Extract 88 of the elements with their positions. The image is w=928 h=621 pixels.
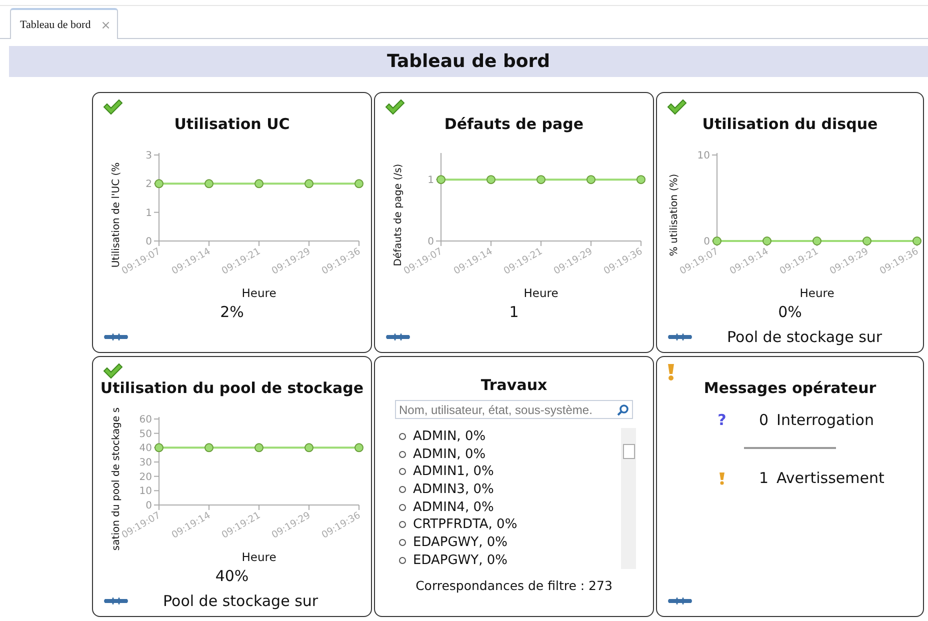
data-point (486, 175, 496, 184)
x-axis-label: Heure (524, 286, 558, 300)
y-axis-label: Utilisation de l'UC (% (111, 162, 122, 268)
y-tick-label: 50 (139, 428, 152, 440)
page-title: Tableau de bord (387, 51, 550, 72)
data-point (154, 443, 164, 452)
data-point (712, 236, 722, 246)
y-axis-label: sation du pool de stockage s (111, 407, 122, 551)
x-axis-label: Heure (800, 286, 834, 300)
y-tick-label: 10 (139, 486, 152, 498)
y-tick-label: 0 (704, 236, 710, 248)
metric-value: 1 (509, 303, 519, 321)
bullet-icon (399, 433, 406, 440)
job-item[interactable]: ADMIN, 0% (413, 446, 486, 462)
message-type[interactable]: Interrogation (776, 411, 874, 429)
y-axis-label: % utilisation (%) (669, 174, 680, 256)
search-field[interactable]: Nom, utilisateur, état, sous-système. (395, 400, 633, 419)
x-axis-label: Heure (242, 286, 276, 300)
y-tick-label: 30 (139, 458, 152, 468)
x-axis-label: Heure (242, 550, 276, 564)
connector-icon[interactable] (667, 596, 693, 606)
bullet-icon (399, 450, 406, 458)
card-title: Travaux (480, 376, 548, 394)
metric-value: 40% (215, 567, 249, 585)
bullet-icon (399, 556, 406, 564)
y-tick-label: 0 (146, 500, 152, 512)
data-point (154, 179, 164, 188)
bullet-icon (399, 539, 406, 546)
data-point (762, 236, 772, 246)
card-title: Messages opérateur (704, 379, 876, 397)
connector-icon[interactable] (385, 332, 411, 342)
y-tick-label: 10 (697, 150, 710, 162)
y-axis-label: Défauts de page (/s) (393, 164, 404, 266)
y-tick-label: 20 (139, 472, 152, 483)
data-point (354, 443, 364, 452)
bullet-icon (399, 504, 406, 511)
message-count: 1 (759, 469, 769, 487)
footnote: Pool de stockage sur (727, 328, 882, 346)
data-point (304, 443, 314, 452)
y-tick-label: 1 (428, 175, 434, 186)
card-title: Utilisation du pool de stockage (100, 379, 364, 397)
bullet-icon (399, 521, 406, 528)
metric-value: 0% (778, 303, 802, 321)
bullet-icon (399, 486, 406, 494)
data-point (912, 236, 922, 246)
data-point (254, 179, 264, 188)
y-tick-label: 2 (146, 179, 152, 190)
y-tick-label: 3 (146, 150, 152, 162)
data-point (436, 175, 446, 184)
y-tick-label: 1 (146, 208, 152, 219)
data-point (586, 175, 596, 184)
y-tick-label: 0 (428, 236, 434, 248)
filter-count: Correspondances de filtre : 273 (416, 578, 612, 594)
connector-icon[interactable] (103, 596, 129, 606)
data-point (636, 175, 646, 184)
question-icon: ? (718, 411, 726, 429)
message-count: 0 (759, 411, 769, 429)
card-title: Utilisation UC (174, 115, 290, 133)
connector-icon[interactable] (103, 332, 129, 342)
message-type[interactable]: Avertissement (776, 469, 884, 487)
job-item[interactable]: EDAPGWY, 0% (413, 535, 508, 550)
dashboard-tab[interactable]: Tableau de bord × (10, 8, 118, 39)
exclamation-icon (719, 472, 725, 484)
y-tick-label: 0 (146, 236, 152, 248)
data-point (304, 179, 314, 188)
y-tick-label: 60 (139, 414, 152, 426)
data-point (354, 179, 364, 188)
metric-value: 2% (220, 303, 244, 321)
data-point (204, 179, 214, 188)
data-point (862, 236, 872, 246)
connector-icon[interactable] (667, 332, 693, 342)
job-item[interactable]: ADMIN, 0% (413, 429, 486, 444)
card-title: Utilisation du disque (702, 115, 878, 133)
data-point (204, 443, 214, 452)
y-tick-label: 40 (139, 443, 152, 454)
card-title: Défauts de page (444, 115, 584, 133)
search-icon[interactable] (617, 404, 629, 416)
data-point (254, 443, 264, 452)
job-item[interactable]: CRTPFRDTA, 0% (413, 517, 518, 532)
job-item[interactable]: ADMIN4, 0% (413, 500, 494, 515)
scrollbar[interactable] (621, 428, 636, 570)
job-item[interactable]: ADMIN1, 0% (413, 464, 494, 480)
job-item[interactable]: ADMIN3, 0% (413, 482, 494, 498)
job-item[interactable]: EDAPGWY, 0% (413, 552, 508, 568)
data-point (812, 236, 822, 246)
footnote: Pool de stockage sur (163, 592, 318, 610)
data-point (536, 175, 546, 184)
bullet-icon (399, 468, 406, 476)
